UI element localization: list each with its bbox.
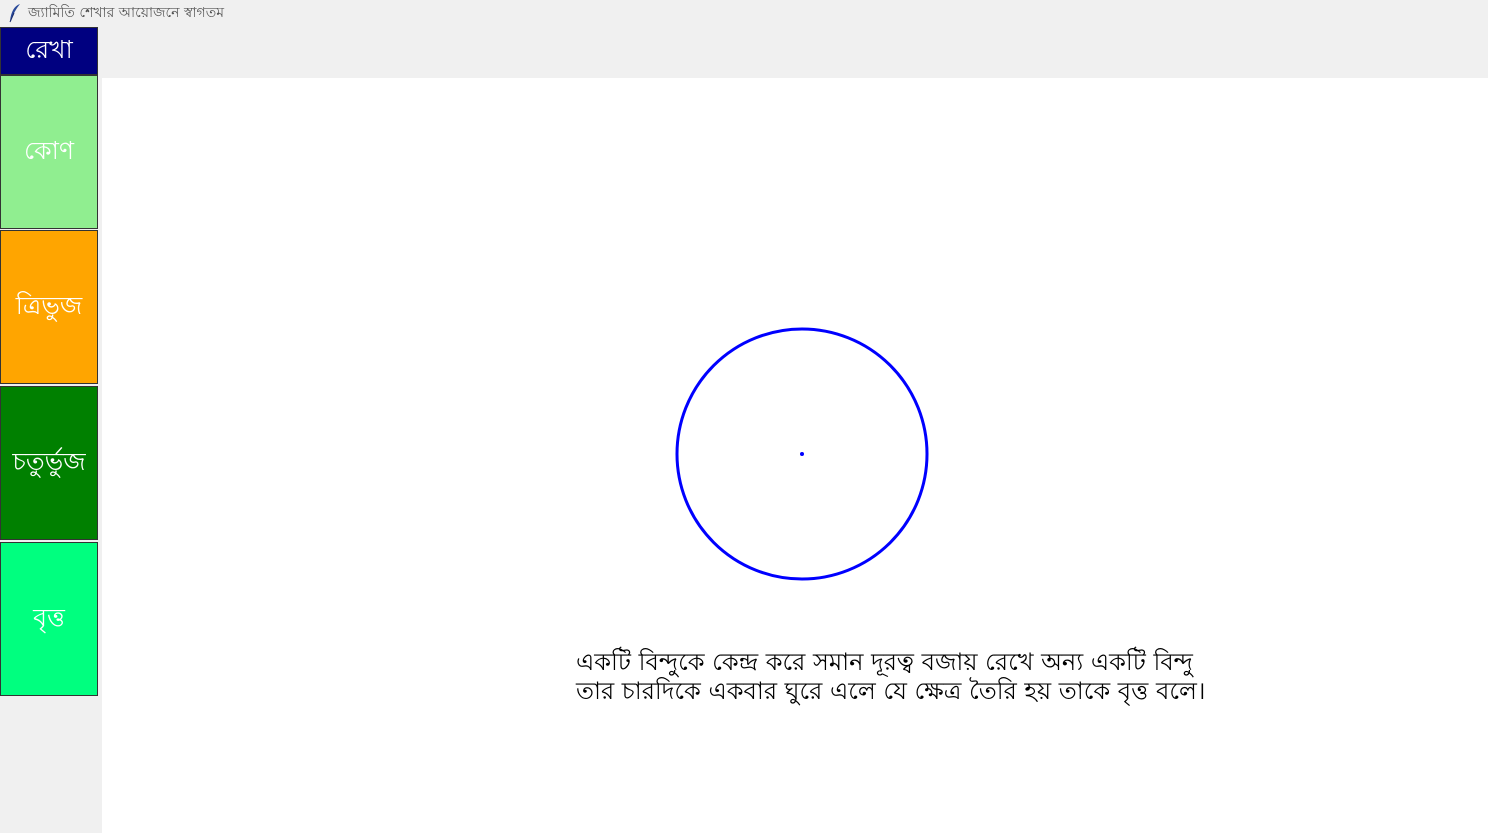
sidebar-item-triangle[interactable]: ত্রিভুজ: [0, 230, 98, 384]
circle-center-point: [800, 452, 804, 456]
description-line-1: একটি বিন্দুকে কেন্দ্র করে সমান দূরত্ব বজ…: [576, 648, 1193, 676]
top-toolbar: [100, 27, 1488, 78]
feather-icon: [4, 2, 26, 24]
sidebar-item-angle[interactable]: কোণ: [0, 75, 98, 229]
sidebar-item-circle[interactable]: বৃত্ত: [0, 542, 98, 696]
title-bar: জ্যামিতি শেখার আয়োজনে স্বাগতম: [0, 0, 1488, 25]
sidebar-item-quadrilateral[interactable]: চতুর্ভুজ: [0, 386, 98, 540]
description-line-2: তার চারদিকে একবার ঘুরে এলে যে ক্ষেত্র তৈ…: [576, 677, 1206, 705]
sidebar: রেখা কোণ ত্রিভুজ চতুর্ভুজ বৃত্ত: [0, 27, 100, 833]
sidebar-item-line[interactable]: রেখা: [0, 27, 98, 75]
drawing-canvas[interactable]: একটি বিন্দুকে কেন্দ্র করে সমান দূরত্ব বজ…: [102, 78, 1488, 833]
circle-description: একটি বিন্দুকে কেন্দ্র করে সমান দূরত্ব বজ…: [576, 648, 1336, 706]
window-title: জ্যামিতি শেখার আয়োজনে স্বাগতম: [28, 4, 225, 21]
canvas-svg: [675, 327, 929, 581]
